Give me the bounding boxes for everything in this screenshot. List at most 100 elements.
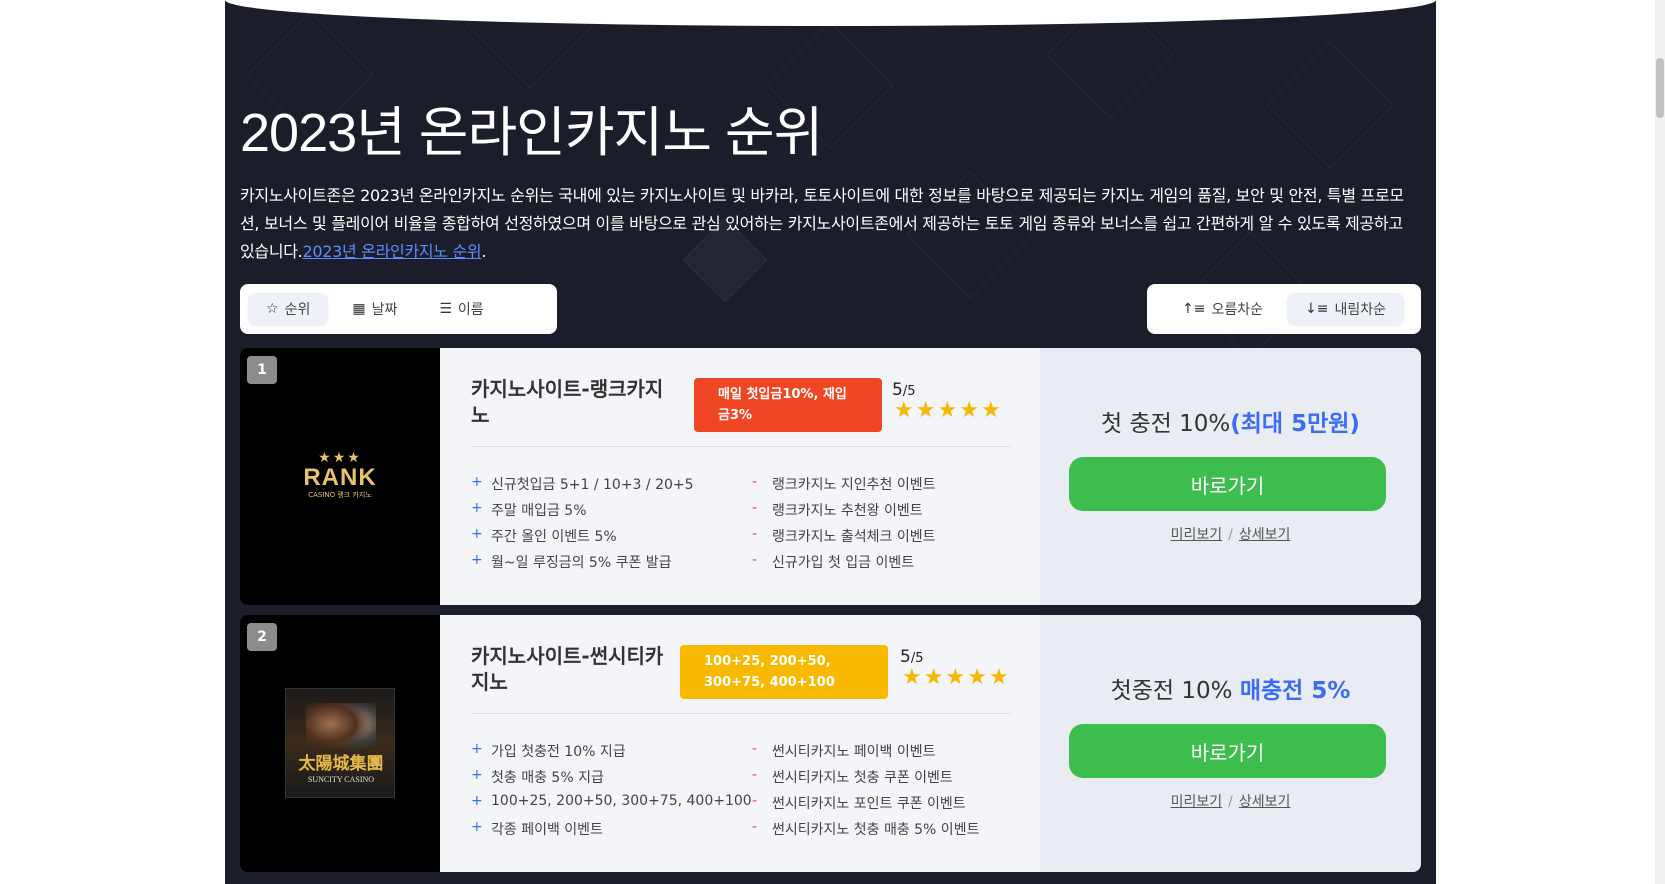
rating-value: 5/5 [892, 380, 915, 400]
sort-ascending-button[interactable]: ↑≡ 오름차순 [1164, 293, 1281, 325]
star-icon: ★ [945, 665, 966, 690]
feature-item: + 주말 매입금 5% [471, 500, 587, 520]
feature-text: 각종 페이백 이벤트 [491, 822, 603, 838]
divider [471, 446, 1011, 447]
rank-badge: 2 [247, 623, 277, 651]
link-separator: / [1228, 527, 1233, 543]
sort-rank-button[interactable]: ☆ 순위 [248, 293, 329, 325]
description-link[interactable]: 2023년 온라인카지노 순위 [302, 242, 481, 261]
star-icon: ★ [923, 665, 944, 690]
rating-value: 5/5 [900, 647, 923, 667]
bonus-highlight: 매충전 5% [1239, 678, 1351, 704]
star-icon: ★ [988, 665, 1009, 690]
feature-text: 주말 매입금 5% [491, 503, 587, 519]
sort-descending-icon: ↓≡ [1305, 301, 1329, 317]
feature-text: 월~일 루징금의 5% 쿠폰 발급 [491, 555, 672, 571]
logo-main: 太陽城集團 [298, 754, 384, 774]
preview-link[interactable]: 미리보기 [1171, 527, 1223, 543]
event-item: - 신규가입 첫 입금 이벤트 [752, 552, 914, 572]
bonus-main: 첫 충전 10% [1101, 411, 1231, 437]
feature-item: + 주간 올인 이벤트 5% [471, 526, 617, 546]
feature-text: 100+25, 200+50, 300+75, 400+100 [491, 793, 752, 809]
casino-logo-panel: 2 太陽城集團 SUNCITY CASINO [240, 615, 440, 872]
event-text: 썬시티카지노 페이백 이벤트 [772, 744, 936, 760]
event-text: 랭크카지노 출석체크 이벤트 [772, 529, 936, 545]
event-text: 랭크카지노 지인추천 이벤트 [772, 477, 936, 493]
scrollbar-thumb[interactable] [1656, 58, 1664, 118]
star-icon: ★ [980, 398, 1001, 423]
event-item: - 랭크카지노 지인추천 이벤트 [752, 474, 935, 494]
casino-info-panel: 카지노사이트-썬시티카지노 100+25, 200+50, 300+75, 40… [440, 615, 1040, 872]
feature-item: + 월~일 루징금의 5% 쿠폰 발급 [471, 552, 672, 572]
event-item: - 썬시티카지노 페이백 이벤트 [752, 741, 935, 761]
sort-descending-button[interactable]: ↓≡ 내림차순 [1287, 293, 1404, 325]
event-item: - 썬시티카지노 첫충 쿠폰 이벤트 [752, 767, 953, 787]
minus-icon: - [752, 793, 758, 809]
feature-item: + 첫충 매충 5% 지급 [471, 767, 604, 787]
plus-icon: + [471, 741, 483, 757]
event-text: 썬시티카지노 첫충 매충 5% 이벤트 [772, 822, 980, 838]
feature-item: +100+25, 200+50, 300+75, 400+100 [471, 793, 752, 809]
divider [471, 713, 1011, 714]
preview-link[interactable]: 미리보기 [1171, 794, 1223, 810]
casino-name[interactable]: 카지노사이트-랭크카지노 [471, 376, 681, 428]
minus-icon: - [752, 474, 758, 490]
sort-order-group: ↑≡ 오름차순 ↓≡ 내림차순 [1147, 284, 1421, 334]
minus-icon: - [752, 526, 758, 542]
description-end: . [481, 242, 487, 261]
feature-text: 가입 첫충전 10% 지급 [491, 744, 626, 760]
event-text: 썬시티카지노 포인트 쿠폰 이벤트 [772, 796, 966, 812]
event-item: - 썬시티카지노 포인트 쿠폰 이벤트 [752, 793, 966, 813]
plus-icon: + [471, 819, 483, 835]
sort-name-button[interactable]: ☰ 이름 [421, 293, 501, 325]
bonus-text: 첫중전 10% 매충전 5% [1040, 671, 1421, 705]
rank-badge: 1 [247, 356, 277, 384]
sort-name-label: 이름 [457, 302, 484, 318]
go-button[interactable]: 바로가기 [1069, 457, 1386, 511]
minus-icon: - [752, 819, 758, 835]
minus-icon: - [752, 500, 758, 516]
sort-date-button[interactable]: ▦ 날짜 [334, 293, 415, 325]
scrollbar-track[interactable] [1655, 0, 1665, 884]
go-button[interactable]: 바로가기 [1069, 724, 1386, 778]
event-text: 랭크카지노 추천왕 이벤트 [772, 503, 923, 519]
link-separator: / [1228, 794, 1233, 810]
minus-icon: - [752, 741, 758, 757]
casino-card: 1 ★★★ RANK CASINO 랭크 카지노 카지노사이트-랭크카지노 매일… [240, 348, 1421, 605]
event-text: 신규가입 첫 입금 이벤트 [772, 555, 915, 571]
logo-main: RANK [303, 464, 377, 491]
casino-card: 2 太陽城集團 SUNCITY CASINO 카지노사이트-썬시티카지노 100… [240, 615, 1421, 872]
promo-badge: 100+25, 200+50, 300+75, 400+100 [680, 645, 888, 699]
casino-name[interactable]: 카지노사이트-썬시티카지노 [471, 643, 681, 695]
sort-ascending-label: 오름차순 [1211, 302, 1263, 318]
detail-link[interactable]: 상세보기 [1239, 527, 1291, 543]
sort-ascending-icon: ↑≡ [1182, 301, 1206, 317]
event-item: - 랭크카지노 출석체크 이벤트 [752, 526, 935, 546]
star-icon: ★ [902, 665, 922, 690]
sort-rank-label: 순위 [284, 302, 311, 318]
feature-text: 첫충 매충 5% 지급 [491, 770, 604, 786]
promo-badge: 매일 첫입금10%, 재입금3% [694, 378, 882, 432]
page: 2023년 온라인카지노 순위 카지노사이트존은 2023년 온라인카지노 순위… [0, 0, 1665, 884]
sort-by-group: ☆ 순위 ▦ 날짜 ☰ 이름 [240, 284, 557, 334]
feature-item: + 신규첫입금 5+1 / 10+3 / 20+5 [471, 474, 694, 494]
star-icon: ★ [967, 665, 987, 690]
calendar-icon: ▦ [352, 301, 366, 317]
plus-icon: + [471, 767, 483, 783]
minus-icon: - [752, 767, 758, 783]
plus-icon: + [471, 526, 483, 542]
feature-item: + 가입 첫충전 10% 지급 [471, 741, 626, 761]
page-description: 카지노사이트존은 2023년 온라인카지노 순위는 국내에 있는 카지노사이트 … [240, 182, 1420, 266]
minus-icon: - [752, 552, 758, 568]
logo-figures [306, 703, 376, 755]
star-icon: ★ [894, 398, 914, 423]
detail-link[interactable]: 상세보기 [1239, 794, 1291, 810]
bonus-main: 첫중전 10% [1110, 678, 1233, 704]
feature-text: 주간 올인 이벤트 5% [491, 529, 617, 545]
rating-stars: ★ ★ ★ ★ ★ [902, 667, 1009, 689]
page-title: 2023년 온라인카지노 순위 [240, 103, 823, 163]
sort-date-label: 날짜 [371, 302, 398, 318]
star-icon: ★ [937, 398, 958, 423]
event-item: - 썬시티카지노 첫충 매충 5% 이벤트 [752, 819, 979, 839]
bonus-highlight: (최대 5만원) [1230, 411, 1360, 437]
